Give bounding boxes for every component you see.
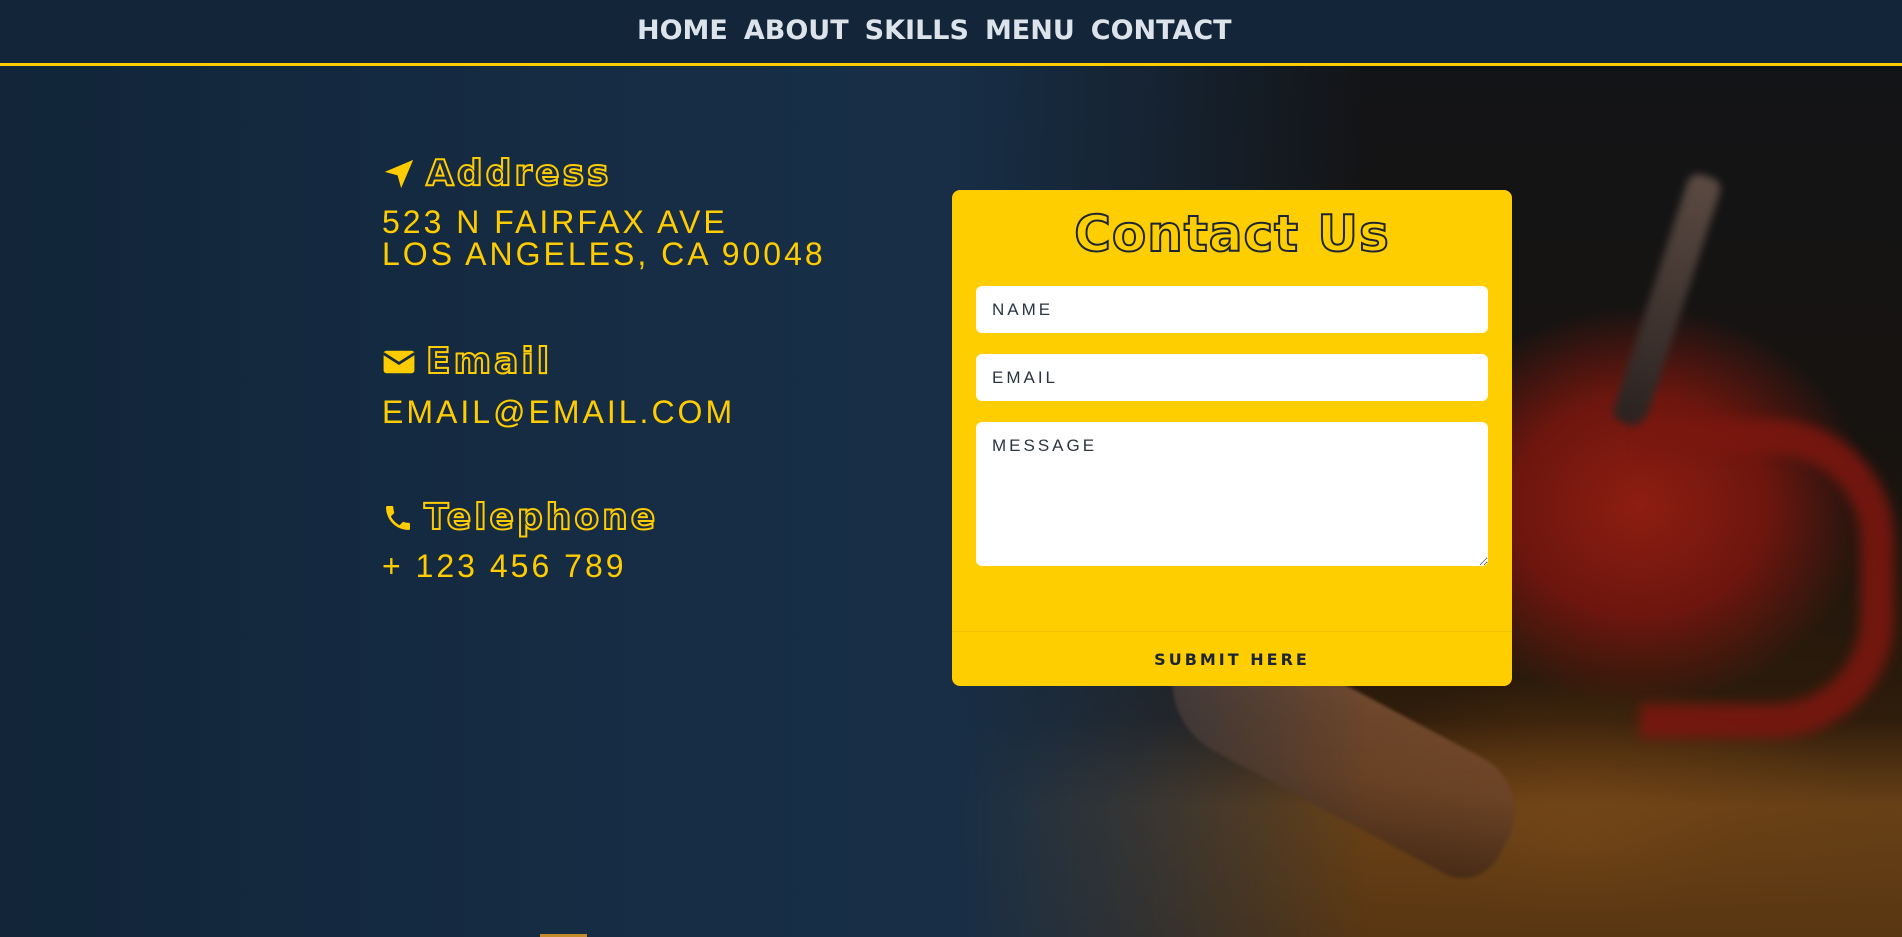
telephone-value: + 123 456 789 — [382, 548, 627, 584]
address-line1: 523 N FAIRFAX AVE — [382, 204, 728, 240]
nav-item-home[interactable]: HOME — [637, 14, 728, 48]
email-title: Email — [425, 341, 553, 383]
navy-overlay — [0, 0, 1902, 937]
address-heading: Address — [382, 153, 826, 195]
address-block: Address 523 N FAIRFAX AVE LOS ANGELES, C… — [382, 153, 826, 272]
nav-item-skills[interactable]: SKILLS — [865, 14, 969, 48]
message-textarea[interactable] — [976, 422, 1488, 566]
top-navbar: HOME ABOUT SKILLS MENU CONTACT — [0, 0, 1902, 66]
email-input[interactable] — [976, 354, 1488, 401]
nav-item-menu[interactable]: MENU — [985, 14, 1075, 48]
telephone-heading: Telephone — [382, 497, 659, 539]
name-input[interactable] — [976, 286, 1488, 333]
location-arrow-icon — [382, 157, 416, 191]
nav-menu: HOME ABOUT SKILLS MENU CONTACT — [637, 14, 1232, 48]
address-line2: LOS ANGELES, CA 90048 — [382, 236, 826, 272]
submit-button[interactable]: SUBMIT HERE — [952, 632, 1512, 686]
address-title: Address — [425, 153, 612, 195]
form-title: Contact Us — [1073, 204, 1390, 264]
nav-item-about[interactable]: ABOUT — [744, 14, 849, 48]
telephone-block: Telephone + 123 456 789 — [382, 497, 659, 584]
contact-form-card: Contact Us SUBMIT HERE — [952, 190, 1512, 686]
email-heading: Email — [382, 341, 735, 383]
telephone-title: Telephone — [423, 497, 659, 539]
email-block: Email EMAIL@EMAIL.COM — [382, 341, 736, 430]
nav-item-contact[interactable]: CONTACT — [1091, 14, 1232, 48]
phone-icon — [382, 502, 414, 534]
envelope-icon — [382, 348, 416, 376]
background-photo — [0, 0, 1902, 937]
email-value: EMAIL@EMAIL.COM — [382, 394, 736, 430]
